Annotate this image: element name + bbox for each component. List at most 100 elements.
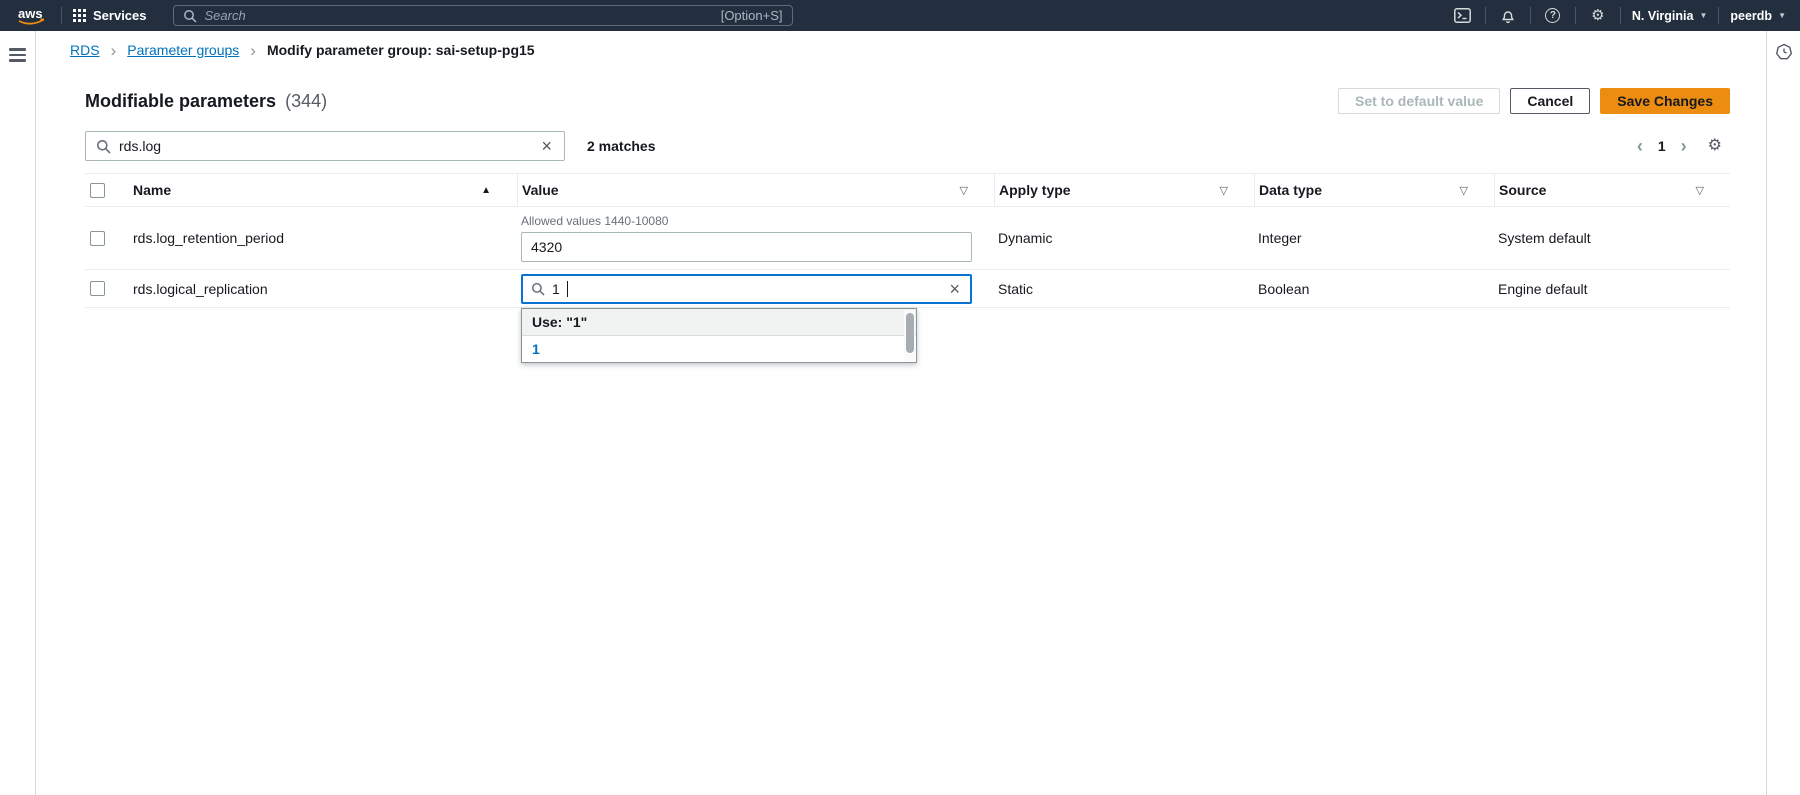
nav-divider [1485,7,1486,24]
recent-activity-panel-button[interactable] [1773,41,1795,63]
nav-divider [1530,7,1531,24]
parameter-value-input[interactable] [521,232,972,262]
nav-divider [61,7,62,24]
match-count: 2 matches [587,138,655,154]
parameter-value-cell: Allowed values 1440-10080 [517,214,994,262]
data-type-value: Integer [1254,230,1494,246]
column-header-apply-type[interactable]: Apply type ▽ [994,174,1254,206]
column-header-data-type[interactable]: Data type ▽ [1254,174,1494,206]
bell-icon [1500,8,1516,24]
parameters-table: Name ▲ Value ▽ Apply type ▽ Data type ▽ … [85,173,1730,308]
previous-page-icon[interactable]: ‹ [1637,137,1643,155]
apply-type-value: Static [994,281,1254,297]
parameter-value-cell: 1 × Use: "1" 1 [517,274,994,304]
row-checkbox[interactable] [90,281,105,296]
filter-row: × 2 matches ‹ 1 › ⚙ [85,131,1730,161]
apply-type-value: Dynamic [994,230,1254,246]
filter-dropdown-icon[interactable]: ▽ [1460,184,1468,197]
breadcrumb-link-rds[interactable]: RDS [70,42,100,58]
side-panel-strip [1766,31,1800,795]
search-icon [531,282,545,296]
page-header: Modifiable parameters (344) Set to defau… [85,83,1730,119]
column-label: Source [1499,182,1546,198]
table-row: rds.logical_replication 1 × Use: [85,270,1730,308]
column-label: Apply type [999,182,1071,198]
column-header-source[interactable]: Source ▽ [1494,174,1730,206]
save-changes-button[interactable]: Save Changes [1600,88,1730,114]
filter-dropdown-icon[interactable]: ▽ [960,184,968,197]
parameter-name: rds.logical_replication [129,281,517,297]
question-mark-icon: ? [1545,8,1560,23]
aws-logo[interactable]: aws [14,4,50,28]
pagination: ‹ 1 › ⚙ [1637,137,1722,155]
cancel-button[interactable]: Cancel [1510,88,1590,114]
notifications-bell-icon[interactable] [1497,5,1519,27]
nav-divider [1620,7,1621,24]
chevron-down-icon: ▼ [1778,11,1786,20]
aws-top-nav: aws Services [Option+S] [0,0,1800,31]
header-actions: Set to default value Cancel Save Changes [1338,88,1730,114]
parameter-filter-box[interactable]: × [85,131,565,161]
side-nav-strip [0,31,36,795]
nav-divider [1575,7,1576,24]
breadcrumb-separator-icon: › [250,42,256,59]
column-header-value[interactable]: Value ▽ [517,174,994,206]
dropdown-scrollbar[interactable] [904,310,915,361]
suggestion-option[interactable]: 1 [522,336,916,362]
source-value: Engine default [1494,281,1730,297]
chevron-down-icon: ▼ [1699,11,1707,20]
clear-filter-icon[interactable]: × [539,137,554,155]
clock-heptagon-icon [1775,43,1793,61]
services-label: Services [93,8,147,23]
value-combobox[interactable]: 1 × Use: "1" 1 [521,274,972,304]
account-label: peerdb [1730,9,1772,23]
table-header-row: Name ▲ Value ▽ Apply type ▽ Data type ▽ … [85,174,1730,207]
rds-console-page: aws Services [Option+S] [0,0,1800,795]
terminal-icon [1454,8,1471,23]
sort-ascending-icon[interactable]: ▲ [481,185,491,196]
search-shortcut-hint: [Option+S] [721,8,783,23]
aws-logo-text: aws [18,6,43,21]
breadcrumb: RDS › Parameter groups › Modify paramete… [0,31,1800,69]
services-grid-icon [73,9,86,22]
filter-dropdown-icon[interactable]: ▽ [1220,184,1228,197]
column-label: Name [133,182,171,198]
use-entered-value-option[interactable]: Use: "1" [522,309,916,336]
parameter-count: (344) [285,91,327,111]
page-number[interactable]: 1 [1658,138,1666,154]
gear-icon: ⚙ [1591,8,1604,23]
column-label: Data type [1259,182,1322,198]
breadcrumb-link-parameter-groups[interactable]: Parameter groups [127,42,239,58]
clear-value-icon[interactable]: × [947,280,962,298]
table-preferences-gear-icon[interactable]: ⚙ [1708,138,1722,154]
nav-search-input[interactable] [205,8,713,23]
column-header-name[interactable]: Name ▲ [129,174,517,206]
set-to-default-button[interactable]: Set to default value [1338,88,1500,114]
search-icon [183,9,197,23]
next-page-icon[interactable]: › [1681,137,1687,155]
parameter-filter-input[interactable] [119,138,531,154]
page-title-text: Modifiable parameters [85,91,276,111]
cloudshell-icon[interactable] [1452,5,1474,27]
combobox-value: 1 [552,281,560,297]
main-content: Modifiable parameters (344) Set to defau… [36,69,1766,795]
scrollbar-thumb[interactable] [906,313,914,353]
nav-divider [1718,7,1719,24]
filter-dropdown-icon[interactable]: ▽ [1696,184,1704,197]
region-label: N. Virginia [1632,9,1694,23]
help-icon[interactable]: ? [1542,5,1564,27]
select-all-checkbox[interactable] [90,183,105,198]
services-menu-button[interactable]: Services [73,8,147,23]
nav-search-box[interactable]: [Option+S] [173,5,793,26]
hamburger-menu-icon[interactable] [9,45,26,65]
account-menu[interactable]: peerdb ▼ [1730,9,1786,23]
settings-gear-icon[interactable]: ⚙ [1587,5,1609,27]
region-selector[interactable]: N. Virginia ▼ [1632,9,1708,23]
source-value: System default [1494,230,1730,246]
aws-logo-icon: aws [14,4,50,28]
breadcrumb-current: Modify parameter group: sai-setup-pg15 [267,42,535,58]
page-title: Modifiable parameters (344) [85,91,327,112]
data-type-value: Boolean [1254,281,1494,297]
row-checkbox[interactable] [90,231,105,246]
text-cursor [567,281,569,297]
